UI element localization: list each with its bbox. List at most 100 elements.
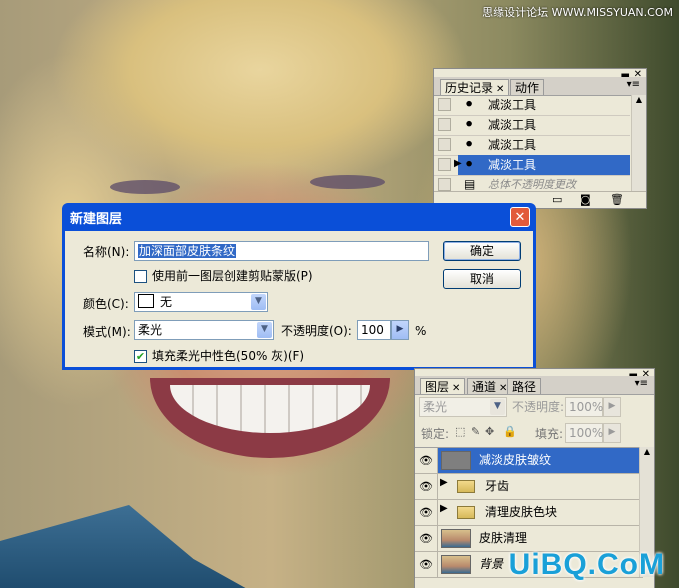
tab-history-label: 历史记录 [445, 81, 494, 95]
watermark-top: 思缘设计论坛 WWW.MISSYUAN.COM [482, 6, 673, 19]
history-source-checkbox[interactable] [438, 98, 451, 111]
fill-neutral-checkbox[interactable]: ✔ [134, 350, 147, 363]
left-eye-shadow [110, 180, 180, 194]
document-icon: ▤ [464, 177, 476, 191]
layer-opacity-input[interactable]: 100% [565, 397, 603, 417]
lock-label: 锁定: [421, 427, 450, 441]
shirt [0, 505, 258, 588]
eye-visibility-icon[interactable]: 👁 [415, 552, 438, 577]
history-source-checkbox[interactable] [438, 158, 451, 171]
layer-opacity-slider-button[interactable]: ▶ [603, 397, 621, 417]
clip-mask-label: 使用前一图层创建剪贴蒙版(P) [152, 269, 313, 283]
camera-snapshot-icon[interactable]: ◙ [580, 193, 591, 206]
history-state-marker-icon: ▶ [454, 158, 462, 169]
color-value: 无 [160, 295, 173, 309]
history-item-label: 减淡工具 [488, 138, 537, 152]
tab-layers-label: 图层 [425, 380, 450, 394]
expand-triangle-icon[interactable]: ▶ [440, 503, 448, 514]
new-layer-dialog: 新建图层 ✕ 名称(N): 加深面部皮肤条纹 确定 取消 使用前一图层创建剪贴蒙… [62, 203, 536, 370]
right-eye-shadow [310, 175, 385, 189]
layers-panel-header: 图层 ✕ 通道 ✕ 路径 ▾≡ [415, 376, 654, 395]
layer-name-input[interactable]: 加深面部皮肤条纹 [134, 241, 429, 261]
panel-menu-icon[interactable]: ▾≡ [627, 79, 640, 90]
history-item-selected[interactable]: ▶ ⚫ 减淡工具 [434, 155, 630, 176]
blend-mode-select[interactable]: 柔光 ▼ [134, 320, 274, 340]
layer-thumbnail-gray [441, 451, 471, 470]
layer-blend-mode-select[interactable]: 柔光 ▼ [419, 397, 507, 417]
lock-move-icon[interactable]: ✥ [485, 425, 494, 438]
color-swatch [138, 294, 154, 308]
layer-name: 背景 [479, 557, 504, 571]
fill-neutral-label: 填充柔光中性色(50% 灰)(F) [152, 349, 305, 363]
tab-close-icon[interactable]: ✕ [452, 383, 460, 394]
layer-thumbnail-photo [441, 529, 471, 548]
eye-visibility-icon[interactable]: 👁 [415, 500, 438, 525]
history-source-checkbox[interactable] [438, 138, 451, 151]
cancel-button[interactable]: 取消 [443, 269, 521, 289]
history-source-checkbox[interactable] [438, 118, 451, 131]
history-item[interactable]: ⚫ 减淡工具 [434, 95, 630, 116]
dialog-title: 新建图层 [70, 212, 123, 227]
fill-slider-button[interactable]: ▶ [603, 423, 621, 443]
history-list: ⚫ 减淡工具 ⚫ 减淡工具 ⚫ 减淡工具 ▶ ⚫ 减淡工具 ▤ 总体不透明度更改 [434, 95, 632, 191]
panel-menu-icon[interactable]: ▾≡ [635, 378, 648, 389]
color-select[interactable]: 无 ▼ [134, 292, 268, 312]
folder-icon [457, 480, 475, 493]
blend-mode-value: 柔光 [138, 323, 163, 337]
scroll-up-icon[interactable]: ▲ [640, 447, 654, 456]
trash-icon[interactable]: 🗑 [610, 193, 624, 206]
mode-label: 模式(M): [83, 325, 131, 339]
scroll-up-icon[interactable]: ▲ [632, 95, 646, 104]
history-source-checkbox[interactable] [438, 178, 451, 191]
lock-transparent-icon[interactable]: ⬚ [455, 425, 465, 438]
chevron-down-icon[interactable]: ▼ [257, 322, 272, 338]
fill-input[interactable]: 100% [565, 423, 603, 443]
layer-group-row[interactable]: 👁 ▶ 清理皮肤色块 [415, 500, 643, 526]
layer-name: 减淡皮肤皱纹 [479, 453, 552, 467]
tab-channels[interactable]: 通道 ✕ [467, 378, 513, 394]
tab-paths[interactable]: 路径 [507, 378, 542, 394]
layer-thumbnail-photo [441, 555, 471, 574]
color-label: 颜色(C): [83, 297, 129, 311]
new-document-from-state-icon[interactable]: ▭ [552, 193, 562, 206]
layer-row-active[interactable]: 👁 减淡皮肤皱纹 [415, 448, 643, 474]
lock-brush-icon[interactable]: ✎ [471, 425, 480, 438]
opacity-slider-button[interactable]: ▶ [391, 320, 409, 340]
history-item-label: 总体不透明度更改 [488, 178, 576, 191]
tab-channels-label: 通道 [472, 380, 497, 394]
history-panel: ▬ ✕ 历史记录 ✕ 动作 ▾≡ ⚫ 减淡工具 ⚫ 减淡工具 ⚫ 减淡工具 ▶ ⚫… [433, 68, 647, 209]
lock-all-icon[interactable]: 🔒 [503, 425, 517, 438]
history-item[interactable]: ⚫ 减淡工具 [434, 135, 630, 156]
chevron-down-icon[interactable]: ▼ [251, 294, 266, 310]
watermark-bottom: UiBQ.CoM [508, 548, 665, 581]
tab-layers[interactable]: 图层 ✕ [420, 378, 466, 394]
opacity-input[interactable]: 100 [357, 320, 391, 340]
history-item[interactable]: ⚫ 减淡工具 [434, 115, 630, 136]
chevron-down-icon[interactable]: ▼ [490, 399, 505, 415]
opacity-label: 不透明度(O): [281, 324, 352, 338]
layer-name: 皮肤清理 [479, 531, 528, 545]
eye-visibility-icon[interactable]: 👁 [415, 448, 438, 473]
layer-group-row[interactable]: 👁 ▶ 牙齿 [415, 474, 643, 500]
expand-triangle-icon[interactable]: ▶ [440, 477, 448, 488]
history-panel-header: 历史记录 ✕ 动作 ▾≡ [434, 77, 646, 96]
history-scrollbar[interactable]: ▲ [631, 95, 646, 191]
tab-paths-label: 路径 [512, 380, 537, 394]
fill-label: 填充: [535, 427, 564, 441]
folder-icon [457, 506, 475, 519]
eye-visibility-icon[interactable]: 👁 [415, 526, 438, 551]
eye-visibility-icon[interactable]: 👁 [415, 474, 438, 499]
tab-history[interactable]: 历史记录 ✕ [440, 79, 510, 95]
layer-blend-mode-value: 柔光 [423, 400, 448, 414]
selection-highlight [458, 155, 630, 175]
ok-button[interactable]: 确定 [443, 241, 521, 261]
dodge-tool-icon: ⚫ [464, 157, 475, 171]
tab-actions[interactable]: 动作 [510, 79, 545, 95]
layer-opacity-label: 不透明度: [512, 400, 565, 414]
tab-close-icon[interactable]: ✕ [496, 84, 504, 95]
dodge-tool-icon: ⚫ [464, 117, 475, 131]
layer-name-value: 加深面部皮肤条纹 [138, 244, 237, 258]
close-icon[interactable]: ✕ [510, 207, 530, 227]
clip-mask-checkbox[interactable] [134, 270, 147, 283]
history-item[interactable]: ▤ 总体不透明度更改 [434, 175, 630, 191]
